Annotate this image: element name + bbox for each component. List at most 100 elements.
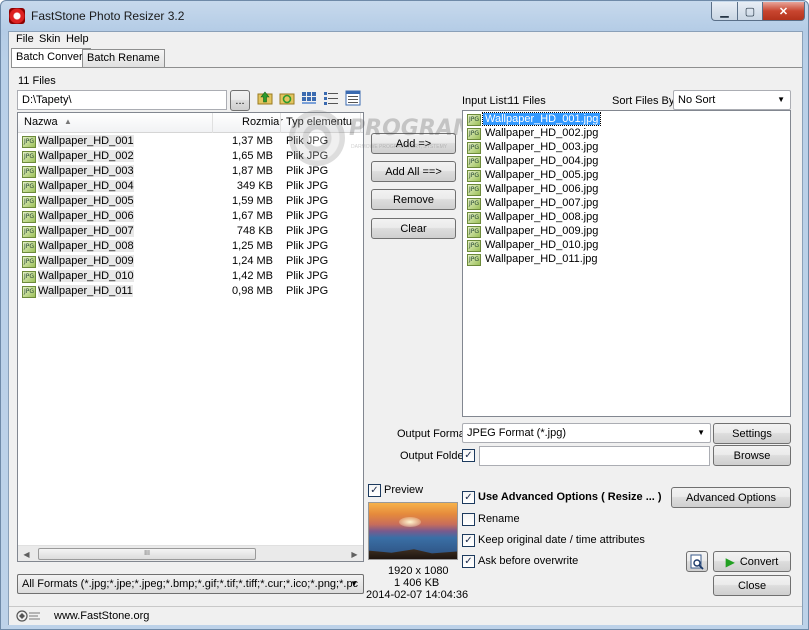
add-all-button[interactable]: Add All ==> bbox=[371, 161, 456, 182]
jpg-file-icon: JPG bbox=[22, 196, 36, 208]
output-folder-checkbox[interactable]: ✓ bbox=[462, 449, 475, 462]
file-type: Plik JPG bbox=[286, 135, 329, 147]
folder-up-icon[interactable] bbox=[257, 90, 273, 106]
convert-label: Convert bbox=[739, 555, 779, 568]
file-list-row[interactable]: JPG Wallpaper_HD_009 1,24 MB Plik JPG bbox=[18, 254, 363, 269]
file-list-row[interactable]: JPG Wallpaper_HD_007 748 KB Plik JPG bbox=[18, 224, 363, 239]
file-type-filter-value: All Formats (*.jpg;*.jpe;*.jpeg;*.bmp;*.… bbox=[22, 578, 359, 590]
horizontal-scrollbar[interactable]: ◀ III ▶ bbox=[18, 545, 363, 561]
file-type-filter[interactable]: All Formats (*.jpg;*.jpe;*.jpeg;*.bmp;*.… bbox=[17, 574, 364, 594]
remove-button[interactable]: Remove bbox=[371, 189, 456, 210]
file-list-row[interactable]: JPG Wallpaper_HD_001 1,37 MB Plik JPG bbox=[18, 134, 363, 149]
file-type: Plik JPG bbox=[286, 240, 329, 252]
jpg-file-icon: JPG bbox=[467, 184, 481, 196]
clear-button[interactable]: Clear bbox=[371, 218, 456, 239]
file-list-row[interactable]: JPG Wallpaper_HD_003 1,87 MB Plik JPG bbox=[18, 164, 363, 179]
file-name: Wallpaper_HD_004 bbox=[38, 180, 134, 192]
website-link[interactable]: www.FastStone.org bbox=[54, 610, 149, 622]
output-format-select[interactable]: JPEG Format (*.jpg) ▼ bbox=[462, 423, 711, 443]
file-list-row[interactable]: JPG Wallpaper_HD_010 1,42 MB Plik JPG bbox=[18, 269, 363, 284]
input-list-item[interactable]: JPG Wallpaper_HD_004.jpg bbox=[463, 155, 790, 170]
file-list-row[interactable]: JPG Wallpaper_HD_002 1,65 MB Plik JPG bbox=[18, 149, 363, 164]
preview-zoom-button[interactable] bbox=[686, 551, 708, 572]
file-list-row[interactable]: JPG Wallpaper_HD_006 1,67 MB Plik JPG bbox=[18, 209, 363, 224]
file-list-row[interactable]: JPG Wallpaper_HD_011 0,98 MB Plik JPG bbox=[18, 284, 363, 299]
close-button[interactable]: Close bbox=[713, 575, 791, 596]
scrollbar-thumb[interactable]: III bbox=[38, 548, 256, 560]
input-list-item-label: Wallpaper_HD_004.jpg bbox=[485, 155, 599, 167]
input-list-item[interactable]: JPG Wallpaper_HD_002.jpg bbox=[463, 127, 790, 142]
column-divider[interactable] bbox=[212, 113, 213, 133]
jpg-file-icon: JPG bbox=[22, 211, 36, 223]
input-list-item[interactable]: JPG Wallpaper_HD_011.jpg bbox=[463, 253, 790, 268]
column-header-name[interactable]: Nazwa bbox=[24, 116, 58, 128]
jpg-file-icon: JPG bbox=[467, 114, 481, 126]
sort-files-select[interactable]: No Sort ▼ bbox=[673, 90, 791, 110]
sort-files-value: No Sort bbox=[678, 94, 716, 106]
rename-label: Rename bbox=[478, 513, 520, 525]
input-list-item[interactable]: JPG Wallpaper_HD_009.jpg bbox=[463, 225, 790, 240]
path-field[interactable]: D:\Tapety\ bbox=[17, 90, 227, 110]
file-list-row[interactable]: JPG Wallpaper_HD_008 1,25 MB Plik JPG bbox=[18, 239, 363, 254]
column-divider[interactable] bbox=[360, 113, 361, 133]
file-name: Wallpaper_HD_005 bbox=[38, 195, 134, 207]
input-list-item[interactable]: JPG Wallpaper_HD_003.jpg bbox=[463, 141, 790, 156]
jpg-file-icon: JPG bbox=[22, 151, 36, 163]
input-list[interactable]: JPG Wallpaper_HD_001.jpg JPG Wallpaper_HD_0… bbox=[462, 110, 791, 417]
menu-file[interactable]: File bbox=[16, 33, 34, 45]
jpg-file-icon: JPG bbox=[467, 254, 481, 266]
jpg-file-icon: JPG bbox=[22, 271, 36, 283]
menu-skin[interactable]: Skin bbox=[39, 33, 60, 45]
ask-overwrite-checkbox[interactable]: ✓ bbox=[462, 555, 475, 568]
file-list-row[interactable]: JPG Wallpaper_HD_005 1,59 MB Plik JPG bbox=[18, 194, 363, 209]
browse-output-button[interactable]: Browse bbox=[713, 445, 791, 466]
input-list-item[interactable]: JPG Wallpaper_HD_007.jpg bbox=[463, 197, 790, 212]
tab-batch-rename[interactable]: Batch Rename bbox=[82, 49, 165, 67]
minimize-button[interactable]: ▁ bbox=[711, 2, 738, 21]
file-name: Wallpaper_HD_011 bbox=[38, 285, 133, 297]
keep-date-checkbox[interactable]: ✓ bbox=[462, 534, 475, 547]
maximize-button[interactable]: ▢ bbox=[737, 2, 763, 21]
tab-batch-convert[interactable]: Batch Convert bbox=[11, 48, 91, 68]
advanced-options-button[interactable]: Advanced Options bbox=[671, 487, 791, 508]
faststone-logo-icon bbox=[16, 610, 40, 622]
input-list-item-label: Wallpaper_HD_005.jpg bbox=[485, 169, 599, 181]
thumbnails-view-icon[interactable] bbox=[301, 90, 317, 106]
column-header-type[interactable]: Typ elementu bbox=[286, 116, 352, 128]
jpg-file-icon: JPG bbox=[467, 142, 481, 154]
convert-button[interactable]: ▶ Convert bbox=[713, 551, 791, 572]
input-list-item[interactable]: JPG Wallpaper_HD_001.jpg bbox=[463, 112, 790, 128]
input-list-item[interactable]: JPG Wallpaper_HD_008.jpg bbox=[463, 211, 790, 226]
input-list-item[interactable]: JPG Wallpaper_HD_006.jpg bbox=[463, 183, 790, 198]
ask-overwrite-label: Ask before overwrite bbox=[478, 555, 579, 567]
title-bar[interactable]: FastStone Photo Resizer 3.2 ▁ ▢ ✕ bbox=[1, 1, 808, 31]
list-view-icon[interactable] bbox=[323, 90, 339, 106]
file-name: Wallpaper_HD_001 bbox=[38, 135, 134, 147]
advanced-options-checkbox[interactable]: ✓ bbox=[462, 491, 475, 504]
add-button[interactable]: Add => bbox=[371, 133, 456, 154]
input-list-item[interactable]: JPG Wallpaper_HD_005.jpg bbox=[463, 169, 790, 184]
column-header-size[interactable]: Rozmiar bbox=[242, 116, 283, 128]
file-name: Wallpaper_HD_006 bbox=[38, 210, 134, 222]
input-list-item-label: Wallpaper_HD_002.jpg bbox=[485, 127, 599, 139]
file-type: Plik JPG bbox=[286, 150, 329, 162]
output-folder-field[interactable] bbox=[479, 446, 710, 466]
input-list-item[interactable]: JPG Wallpaper_HD_010.jpg bbox=[463, 239, 790, 254]
details-view-icon[interactable] bbox=[345, 90, 361, 106]
scroll-right-arrow-icon[interactable]: ▶ bbox=[346, 546, 363, 561]
file-browser-list[interactable]: Nazwa ▲ Rozmiar Typ elementu JPG Wallpape… bbox=[17, 112, 364, 562]
preview-checkbox[interactable]: ✓ bbox=[368, 484, 381, 497]
magnifier-page-icon bbox=[690, 554, 704, 570]
close-window-button[interactable]: ✕ bbox=[762, 2, 805, 21]
file-list-row[interactable]: JPG Wallpaper_HD_004 349 KB Plik JPG bbox=[18, 179, 363, 194]
browse-path-button[interactable]: ... bbox=[230, 90, 250, 111]
jpg-file-icon: JPG bbox=[467, 156, 481, 168]
rename-checkbox[interactable] bbox=[462, 513, 475, 526]
file-size: 1,24 MB bbox=[232, 255, 273, 267]
refresh-folder-icon[interactable] bbox=[279, 90, 295, 106]
column-divider[interactable] bbox=[280, 113, 281, 133]
menu-help[interactable]: Help bbox=[66, 33, 89, 45]
scroll-left-arrow-icon[interactable]: ◀ bbox=[18, 546, 35, 561]
preview-rocks bbox=[369, 549, 457, 559]
settings-button[interactable]: Settings bbox=[713, 423, 791, 444]
